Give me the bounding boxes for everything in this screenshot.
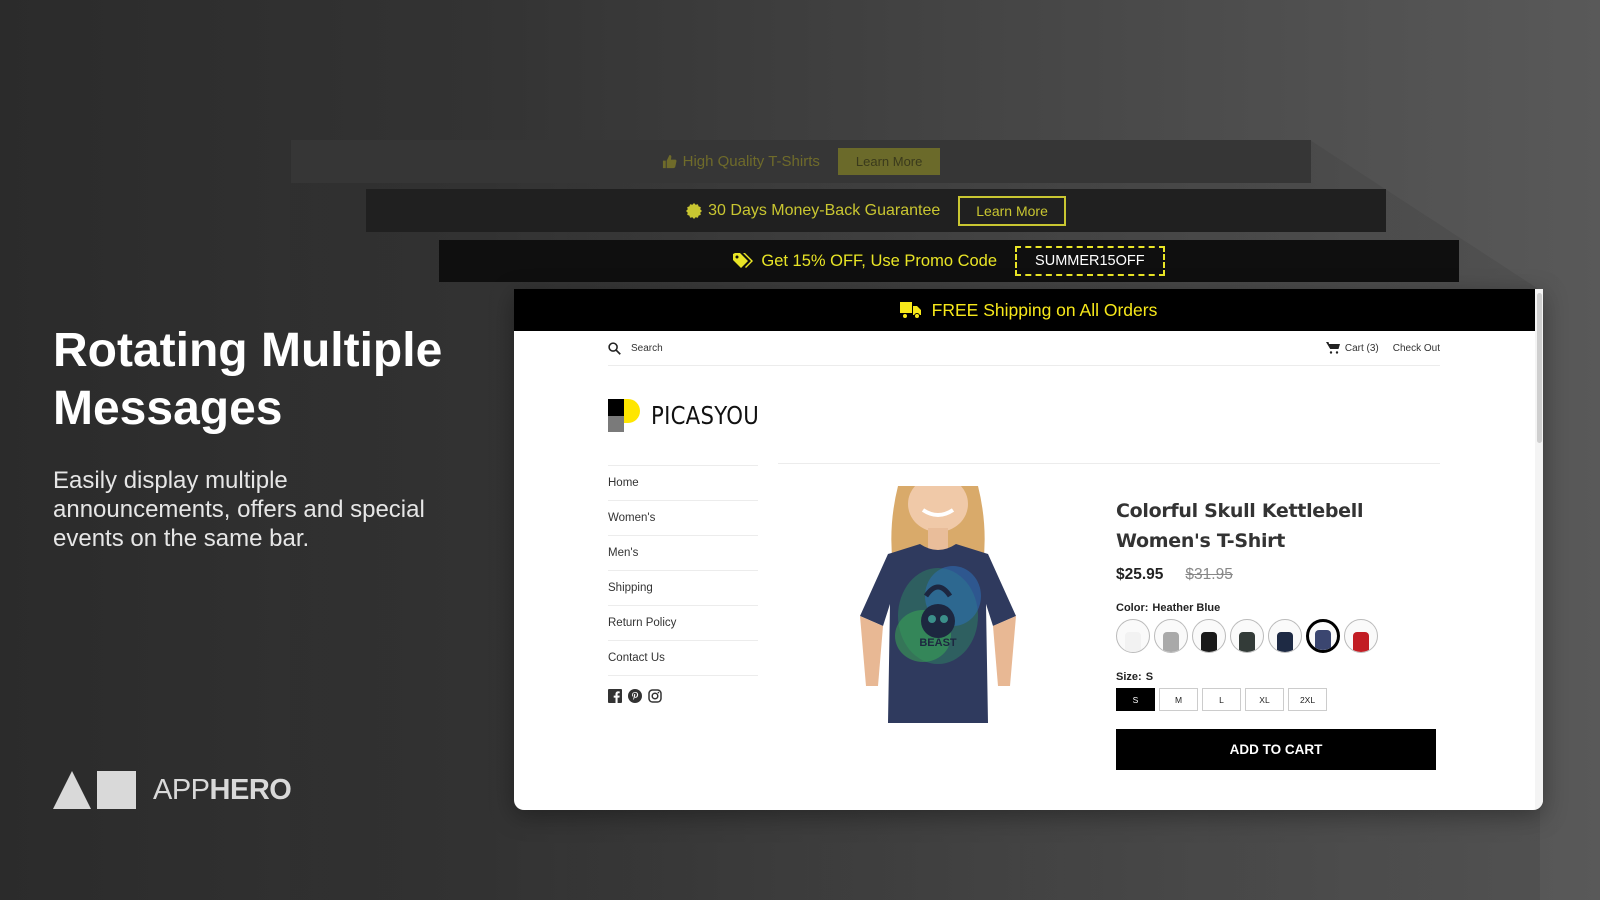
social-links bbox=[608, 689, 758, 703]
store-preview: FREE Shipping on All Orders Search Cart … bbox=[514, 289, 1543, 810]
size-label: Size: S bbox=[1116, 671, 1154, 683]
nav-item-womens[interactable]: Women's bbox=[608, 501, 758, 536]
announcement-bar-promo: Get 15% OFF, Use Promo Code SUMMER15OFF bbox=[439, 240, 1459, 282]
color-swatch[interactable] bbox=[1230, 619, 1264, 653]
cart-link[interactable]: Cart (3) bbox=[1325, 342, 1379, 354]
announcement-bar-shipping: FREE Shipping on All Orders bbox=[514, 289, 1543, 331]
triangle-logo-icon bbox=[53, 771, 91, 809]
badge-icon bbox=[686, 202, 703, 219]
logo-mark-icon bbox=[608, 399, 641, 432]
product-title: Colorful Skull Kettlebell Women's T-Shir… bbox=[1116, 500, 1364, 552]
product-price: $25.95 bbox=[1116, 566, 1164, 583]
swatch-shirt-thumbnail bbox=[1353, 632, 1369, 652]
tag-icon bbox=[733, 253, 754, 268]
sidebar-nav: Home Women's Men's Shipping Return Polic… bbox=[608, 465, 758, 703]
store-logo[interactable]: PICASYOU bbox=[608, 399, 778, 432]
swatch-shirt-thumbnail bbox=[1277, 632, 1293, 652]
store-page: Search Cart (3) Check Out PICASYOU Home … bbox=[608, 331, 1440, 770]
color-label: Color: Heather Blue bbox=[1116, 602, 1221, 614]
swatch-shirt-thumbnail bbox=[1163, 632, 1179, 652]
color-swatch[interactable] bbox=[1154, 619, 1188, 653]
color-swatch[interactable] bbox=[1192, 619, 1226, 653]
pinterest-icon[interactable] bbox=[628, 689, 642, 703]
hero-title: Rotating Multiple Messages bbox=[53, 324, 443, 435]
hero-subtitle: Easily display multiple announcements, o… bbox=[53, 467, 425, 552]
announcement-bar-quality: High Quality T-Shirts Learn More bbox=[291, 140, 1311, 183]
search-placeholder: Search bbox=[631, 342, 663, 354]
add-to-cart-button[interactable]: ADD TO CART bbox=[1116, 729, 1436, 770]
size-option[interactable]: XL bbox=[1245, 688, 1284, 711]
swatch-shirt-thumbnail bbox=[1125, 632, 1141, 652]
apphero-logo: APPHERO bbox=[53, 771, 292, 809]
checkout-link[interactable]: Check Out bbox=[1393, 343, 1440, 354]
learn-more-button[interactable]: Learn More bbox=[837, 148, 941, 175]
nav-item-return-policy[interactable]: Return Policy bbox=[608, 606, 758, 641]
product-image[interactable]: BEAST bbox=[848, 486, 1028, 723]
thumbs-up-icon bbox=[662, 154, 677, 169]
size-option[interactable]: S bbox=[1116, 688, 1155, 711]
color-swatches bbox=[1116, 619, 1440, 653]
color-swatch[interactable] bbox=[1344, 619, 1378, 653]
scrollbar-thumb[interactable] bbox=[1537, 293, 1542, 443]
instagram-icon[interactable] bbox=[648, 689, 662, 703]
scrollbar[interactable] bbox=[1535, 289, 1543, 810]
announcement-text: High Quality T-Shirts bbox=[682, 153, 820, 170]
search-input[interactable]: Search bbox=[608, 341, 663, 355]
nav-item-home[interactable]: Home bbox=[608, 466, 758, 501]
cart-label: Cart (3) bbox=[1344, 342, 1379, 354]
announcement-text: FREE Shipping on All Orders bbox=[931, 299, 1158, 320]
color-swatch[interactable] bbox=[1306, 619, 1340, 653]
divider bbox=[778, 463, 1440, 464]
search-icon bbox=[608, 341, 621, 355]
store-header: Search Cart (3) Check Out bbox=[608, 331, 1440, 366]
size-options: S M L XL 2XL bbox=[1116, 688, 1440, 711]
logo-text: PICASYOU bbox=[651, 401, 760, 430]
nav-item-contact-us[interactable]: Contact Us bbox=[608, 641, 758, 676]
learn-more-button[interactable]: Learn More bbox=[958, 195, 1066, 226]
size-option[interactable]: L bbox=[1202, 688, 1241, 711]
swatch-shirt-thumbnail bbox=[1201, 632, 1217, 652]
promo-code[interactable]: SUMMER15OFF bbox=[1015, 246, 1165, 276]
truck-icon bbox=[899, 302, 921, 319]
size-option[interactable]: M bbox=[1159, 688, 1198, 711]
size-value: S bbox=[1145, 671, 1154, 683]
swatch-shirt-thumbnail bbox=[1239, 632, 1255, 652]
svg-text:BEAST: BEAST bbox=[919, 637, 957, 649]
nav-item-mens[interactable]: Men's bbox=[608, 536, 758, 571]
brand-name-light: APP bbox=[153, 773, 210, 806]
facebook-icon[interactable] bbox=[608, 689, 622, 703]
cart-icon bbox=[1325, 342, 1340, 354]
color-swatch[interactable] bbox=[1116, 619, 1150, 653]
swatch-shirt-thumbnail bbox=[1315, 630, 1331, 650]
square-logo-icon bbox=[97, 771, 136, 809]
brand-name-bold: HERO bbox=[209, 773, 292, 806]
nav-item-shipping[interactable]: Shipping bbox=[608, 571, 758, 606]
color-value: Heather Blue bbox=[1152, 602, 1221, 614]
announcement-bar-guarantee: 30 Days Money-Back Guarantee Learn More bbox=[366, 189, 1386, 232]
product-info: Colorful Skull Kettlebell Women's T-Shir… bbox=[1116, 496, 1440, 770]
color-swatch[interactable] bbox=[1268, 619, 1302, 653]
compare-price: $31.95 bbox=[1185, 566, 1233, 583]
size-option[interactable]: 2XL bbox=[1288, 688, 1327, 711]
announcement-text: 30 Days Money-Back Guarantee bbox=[708, 201, 941, 219]
announcement-text: Get 15% OFF, Use Promo Code bbox=[761, 251, 998, 270]
